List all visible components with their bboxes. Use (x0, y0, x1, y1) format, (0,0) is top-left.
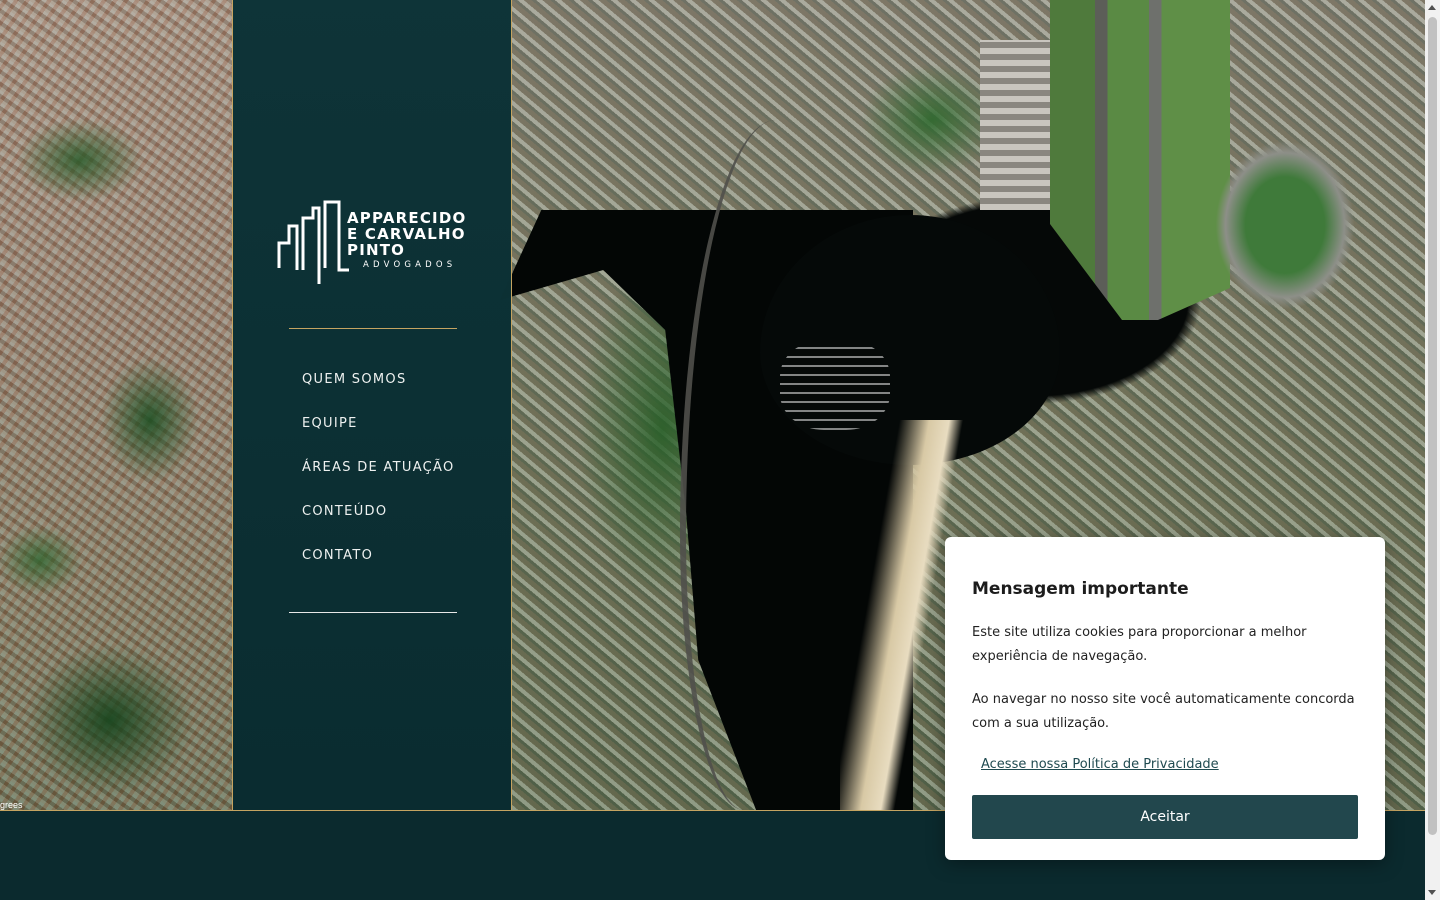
main-nav: QUEM SOMOS EQUIPE ÁREAS DE ATUAÇÃO CONTE… (302, 372, 455, 592)
nav-item-conteudo[interactable]: CONTEÚDO (302, 504, 455, 548)
brand-tagline: ADVOGADOS (363, 260, 457, 270)
brand-name: APPARECIDO E CARVALHO PINTO (347, 210, 466, 258)
cookie-paragraph-2: Ao navegar no nosso site você automatica… (972, 692, 1355, 731)
scrollbar-thumb[interactable] (1428, 17, 1437, 835)
nav-item-areas-de-atuacao[interactable]: ÁREAS DE ATUAÇÃO (302, 460, 455, 504)
cookie-notice: Mensagem importante Este site utiliza co… (945, 537, 1385, 860)
nav-item-quem-somos[interactable]: QUEM SOMOS (302, 372, 455, 416)
sidebar: APPARECIDO E CARVALHO PINTO ADVOGADOS QU… (232, 0, 512, 810)
brand-name-line1: APPARECIDO (347, 209, 467, 227)
map-credit: grees (0, 800, 23, 810)
scroll-down-icon[interactable] (1428, 890, 1436, 895)
divider-white (289, 612, 457, 613)
privacy-policy-link[interactable]: Acesse nossa Política de Privacidade (981, 757, 1219, 772)
logo-buildings-icon (277, 200, 349, 284)
page-scrollbar[interactable] (1425, 0, 1440, 900)
nav-item-contato[interactable]: CONTATO (302, 548, 455, 592)
satellite-image-left: grees (0, 0, 232, 810)
island (1215, 140, 1355, 310)
nav-item-equipe[interactable]: EQUIPE (302, 416, 455, 460)
cookie-paragraph-1: Este site utiliza cookies para proporcio… (972, 625, 1307, 664)
airport-terminal (980, 40, 1050, 210)
brand-name-line3: PINTO (347, 241, 406, 259)
divider-gold (289, 328, 457, 329)
scroll-up-icon[interactable] (1428, 5, 1436, 10)
brand-name-line2: E CARVALHO (347, 225, 466, 243)
accept-button[interactable]: Aceitar (972, 795, 1358, 839)
logo[interactable]: APPARECIDO E CARVALHO PINTO ADVOGADOS (277, 198, 472, 284)
cookie-title: Mensagem importante (972, 579, 1189, 599)
